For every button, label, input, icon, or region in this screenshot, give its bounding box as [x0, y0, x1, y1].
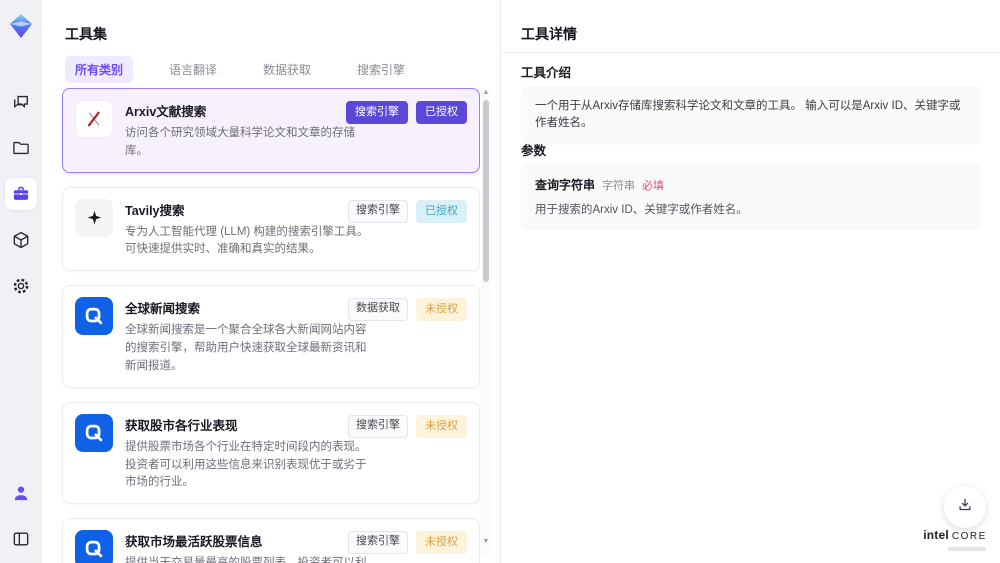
sidebar-item-files[interactable] — [5, 132, 37, 164]
scroll-up-icon[interactable]: ▲ — [481, 88, 491, 98]
tab-1[interactable]: 语言翻译 — [159, 56, 227, 83]
brand-core-text: CORE — [951, 531, 987, 542]
category-tabs: 所有类别 语言翻译 数据获取 搜索引擎 — [65, 56, 415, 83]
tool-category-badge: 搜索引擎 — [348, 531, 408, 555]
tool-auth-badge: 已授权 — [416, 101, 467, 124]
tool-category-badge: 搜索引擎 — [346, 101, 408, 124]
tool-card-2[interactable]: 全球新闻搜索 全球新闻搜索是一个聚合全球各大新闻网站内容的搜索引擎，帮助用户快速… — [62, 285, 480, 388]
tool-intro-text: 一个用于从Arxiv存储库搜索科学论文和文章的工具。 输入可以是Arxiv ID… — [521, 86, 981, 145]
sidebar-item-toolbox[interactable] — [5, 178, 37, 210]
intel-core-logo: intel CORE — [920, 526, 990, 551]
parameter-name: 查询字符串 — [535, 178, 596, 192]
briefcase-icon — [11, 184, 31, 204]
tool-category-badge: 数据获取 — [348, 298, 408, 322]
details-title: 工具详情 — [521, 26, 577, 42]
scroll-down-icon[interactable]: ▼ — [481, 537, 491, 547]
brand-intel-text: intel — [923, 528, 949, 542]
tool-auth-badge: 已授权 — [416, 199, 467, 223]
app-window: 工具集 所有类别 语言翻译 数据获取 搜索引擎 Arxiv文献搜索 访问各个研究领域大… — [0, 0, 1000, 563]
chat-icon — [11, 92, 31, 112]
qnews-icon — [75, 297, 113, 336]
tab-3[interactable]: 搜索引擎 — [347, 56, 415, 83]
page-title: 工具集 — [65, 26, 107, 42]
tool-card-3[interactable]: 获取股市各行业表现 提供股票市场各个行业在特定时间段内的表现。投资者可以利用这些… — [62, 401, 480, 505]
tool-description: 专为人工智能代理 (LLM) 构建的搜索引擎工具。可快速提供实时、准确和真实的结… — [125, 225, 369, 256]
tab-2[interactable]: 数据获取 — [253, 56, 321, 83]
scrollbar-thumb[interactable] — [483, 100, 489, 282]
intro-section-title: 工具介绍 — [521, 66, 572, 80]
parameter-description: 用于搜索的Arxiv ID、关键字或作者姓名。 — [535, 204, 748, 216]
arxiv-icon — [75, 100, 113, 138]
tool-details-panel: 工具详情 工具介绍 一个用于从Arxiv存储库搜索科学论文和文章的工具。 输入可… — [500, 0, 1000, 563]
sidebar-item-packages[interactable] — [5, 224, 37, 256]
sidebar-item-panel-toggle[interactable] — [5, 523, 37, 555]
qnews-icon — [75, 413, 113, 452]
sidebar-item-chat[interactable] — [5, 86, 37, 118]
cube-icon — [11, 230, 31, 250]
parameter-required-flag: 必填 — [642, 180, 665, 192]
tool-description: 提供股票市场各个行业在特定时间段内的表现。投资者可以利用这些信息来识别表现优于或… — [125, 440, 367, 489]
tool-list: Arxiv文献搜索 访问各个研究领域大量科学论文和文章的存储库。 搜索引擎 已授… — [62, 88, 480, 563]
tool-category-badge: 搜索引擎 — [348, 414, 408, 438]
tool-card-0[interactable]: Arxiv文献搜索 访问各个研究领域大量科学论文和文章的存储库。 搜索引擎 已授… — [62, 88, 480, 173]
sidebar-item-user[interactable] — [5, 477, 37, 509]
brand-subline — [948, 547, 986, 551]
tool-auth-badge: 未授权 — [416, 414, 467, 438]
sidebar — [0, 0, 42, 563]
tool-card-1[interactable]: Tavily搜索 专为人工智能代理 (LLM) 构建的搜索引擎工具。可快速提供实… — [62, 186, 480, 272]
user-icon — [11, 483, 31, 503]
divider — [501, 52, 1000, 53]
folder-icon — [11, 138, 31, 158]
params-section-title: 参数 — [521, 144, 547, 158]
tool-auth-badge: 未授权 — [416, 531, 467, 555]
parameter-type: 字符串 — [602, 180, 636, 192]
tavily-icon — [75, 198, 113, 237]
gear-icon — [11, 276, 31, 296]
tool-category-badge: 搜索引擎 — [348, 199, 408, 223]
download-icon — [956, 496, 974, 519]
download-button[interactable] — [944, 486, 986, 528]
app-logo-icon — [7, 12, 35, 40]
list-scrollbar[interactable]: ▲ ▼ — [481, 88, 491, 555]
tab-0[interactable]: 所有类别 — [65, 56, 134, 83]
tool-description: 访问各个研究领域大量科学论文和文章的存储库。 — [125, 127, 355, 157]
tool-description: 全球新闻搜索是一个聚合全球各大新闻网站内容的搜索引擎，帮助用户快速获取全球最新资… — [125, 324, 367, 372]
parameter-card: 查询字符串 字符串 必填 用于搜索的Arxiv ID、关键字或作者姓名。 — [521, 163, 981, 230]
tool-auth-badge: 未授权 — [416, 298, 467, 322]
qnews-icon — [75, 530, 113, 563]
tool-description: 提供当天交易量最高的股票列表。投资者可以利用这些信息来识别流动性强的股票和潜在的… — [125, 555, 371, 563]
tool-card-4[interactable]: 获取市场最活跃股票信息 提供当天交易量最高的股票列表。投资者可以利用这些信息来识… — [62, 518, 480, 563]
layout-panels-icon — [11, 529, 31, 549]
sidebar-item-settings[interactable] — [5, 270, 37, 302]
tools-panel: 工具集 所有类别 语言翻译 数据获取 搜索引擎 Arxiv文献搜索 访问各个研究领域大… — [42, 0, 500, 563]
